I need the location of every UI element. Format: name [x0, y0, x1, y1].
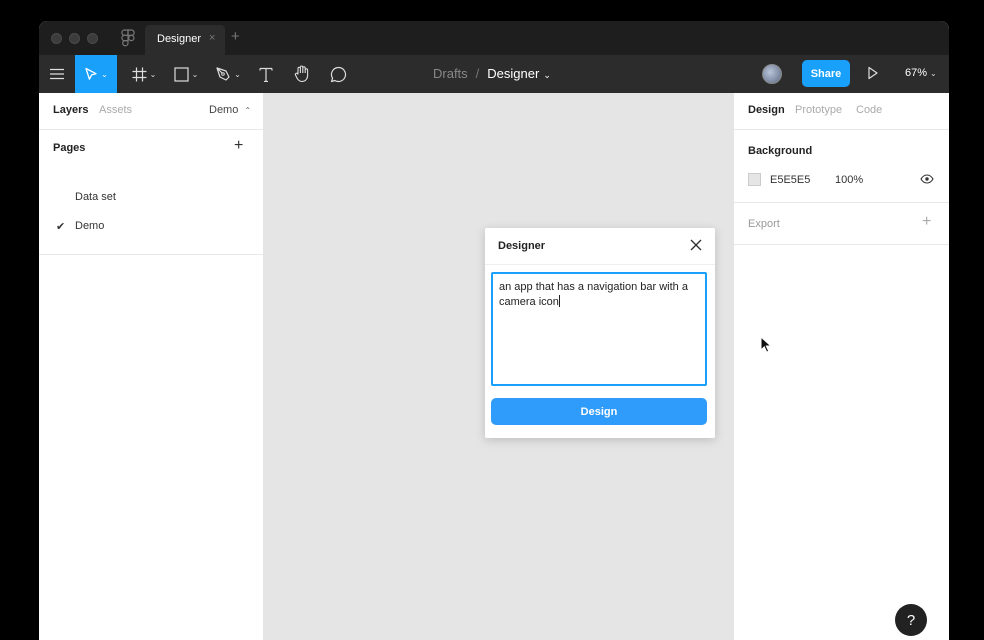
- chevron-down-icon: ⌄: [930, 69, 937, 78]
- comment-tool-button[interactable]: [327, 55, 349, 93]
- shape-tool-icon: [174, 66, 189, 82]
- pen-tool-icon: [216, 67, 230, 81]
- main-menu-button[interactable]: [45, 55, 69, 93]
- tab-prototype[interactable]: Prototype: [795, 104, 842, 116]
- new-tab-button[interactable]: +: [231, 29, 240, 45]
- prompt-text: an app that has a navigation bar with a …: [499, 281, 688, 308]
- move-tool-icon: [85, 67, 97, 80]
- app-window: Designer × + ⌄ ⌄ ⌄ ⌄ Drafts / Designer ⌄…: [39, 21, 949, 640]
- chevron-down-icon: ⌄: [234, 69, 241, 79]
- move-tool-button[interactable]: ⌄: [75, 55, 117, 93]
- share-button[interactable]: Share: [802, 60, 850, 87]
- frame-tool-button[interactable]: ⌄: [127, 55, 161, 93]
- tab-layers[interactable]: Layers: [53, 104, 88, 116]
- breadcrumb-separator: /: [475, 66, 480, 81]
- chevron-up-icon: ⌃: [244, 106, 252, 115]
- tab-assets[interactable]: Assets: [99, 104, 132, 116]
- dialog-title: Designer: [498, 240, 546, 252]
- checkmark-icon: ✔: [56, 221, 66, 233]
- page-item-data-set[interactable]: Data set: [75, 191, 116, 203]
- hand-tool-button[interactable]: [291, 55, 313, 93]
- page-item-demo[interactable]: Demo: [75, 220, 104, 232]
- divider: [734, 244, 949, 245]
- main-menu-icon: [50, 68, 64, 80]
- design-button[interactable]: Design: [491, 398, 707, 425]
- shape-tool-button[interactable]: ⌄: [169, 55, 203, 93]
- toolbar: ⌄ ⌄ ⌄ ⌄ Drafts / Designer ⌄ Share 67% ⌄: [39, 55, 949, 93]
- chevron-down-icon: ⌄: [191, 69, 199, 79]
- zoom-menu[interactable]: 67% ⌄: [905, 67, 937, 79]
- zoom-level: 67%: [905, 67, 928, 79]
- figma-logo-icon[interactable]: [121, 29, 135, 47]
- designer-plugin-dialog: Designer an app that has a navigation ba…: [485, 228, 715, 438]
- close-icon[interactable]: [689, 238, 703, 252]
- help-button[interactable]: ?: [895, 604, 927, 636]
- tab-close-icon[interactable]: ×: [209, 32, 215, 44]
- background-heading: Background: [748, 145, 813, 157]
- pen-tool-button[interactable]: ⌄: [211, 55, 245, 93]
- tab-label: Designer: [157, 33, 202, 45]
- title-bar: Designer × +: [39, 21, 949, 55]
- current-page-label: Demo: [209, 104, 239, 116]
- chevron-down-icon[interactable]: ⌄: [543, 70, 551, 80]
- divider: [39, 129, 263, 130]
- hand-tool-icon: [294, 65, 308, 83]
- present-play-icon[interactable]: [867, 66, 879, 80]
- add-page-button[interactable]: +: [234, 137, 243, 155]
- chevron-down-icon: ⌄: [101, 69, 108, 79]
- add-export-button[interactable]: +: [922, 213, 931, 231]
- properties-panel: Design Prototype Code Background E5E5E5 …: [733, 93, 949, 640]
- text-tool-button[interactable]: [255, 55, 277, 93]
- chevron-down-icon: ⌄: [149, 69, 157, 79]
- page-selector[interactable]: Demo ⌃: [209, 104, 251, 116]
- background-hex-value[interactable]: E5E5E5: [770, 174, 810, 186]
- breadcrumb-file-name[interactable]: Designer: [487, 66, 539, 81]
- comment-tool-icon: [330, 66, 346, 82]
- mouse-cursor-icon: [760, 336, 772, 353]
- maximize-window-button[interactable]: [87, 33, 98, 44]
- divider: [485, 264, 715, 265]
- layers-panel: Layers Assets Demo ⌃ Pages + Data set ✔ …: [39, 93, 264, 640]
- export-heading: Export: [748, 218, 780, 230]
- divider: [734, 129, 949, 130]
- background-opacity-value[interactable]: 100%: [835, 174, 863, 186]
- tab-designer[interactable]: Designer ×: [145, 25, 225, 55]
- background-color-swatch[interactable]: [748, 173, 761, 186]
- eye-icon[interactable]: [920, 174, 934, 184]
- text-tool-icon: [259, 67, 273, 82]
- breadcrumb: Drafts / Designer ⌄: [433, 66, 551, 81]
- prompt-textarea[interactable]: an app that has a navigation bar with a …: [491, 272, 707, 386]
- canvas[interactable]: Designer an app that has a navigation ba…: [263, 93, 733, 640]
- divider: [734, 202, 949, 203]
- close-window-button[interactable]: [51, 33, 62, 44]
- tab-code[interactable]: Code: [856, 104, 882, 116]
- frame-tool-icon: [132, 67, 147, 81]
- tab-design[interactable]: Design: [748, 104, 785, 116]
- avatar[interactable]: [762, 64, 782, 84]
- divider: [39, 254, 263, 255]
- text-cursor: [558, 295, 560, 307]
- minimize-window-button[interactable]: [69, 33, 80, 44]
- pages-heading: Pages: [53, 142, 86, 154]
- breadcrumb-folder[interactable]: Drafts: [433, 66, 468, 81]
